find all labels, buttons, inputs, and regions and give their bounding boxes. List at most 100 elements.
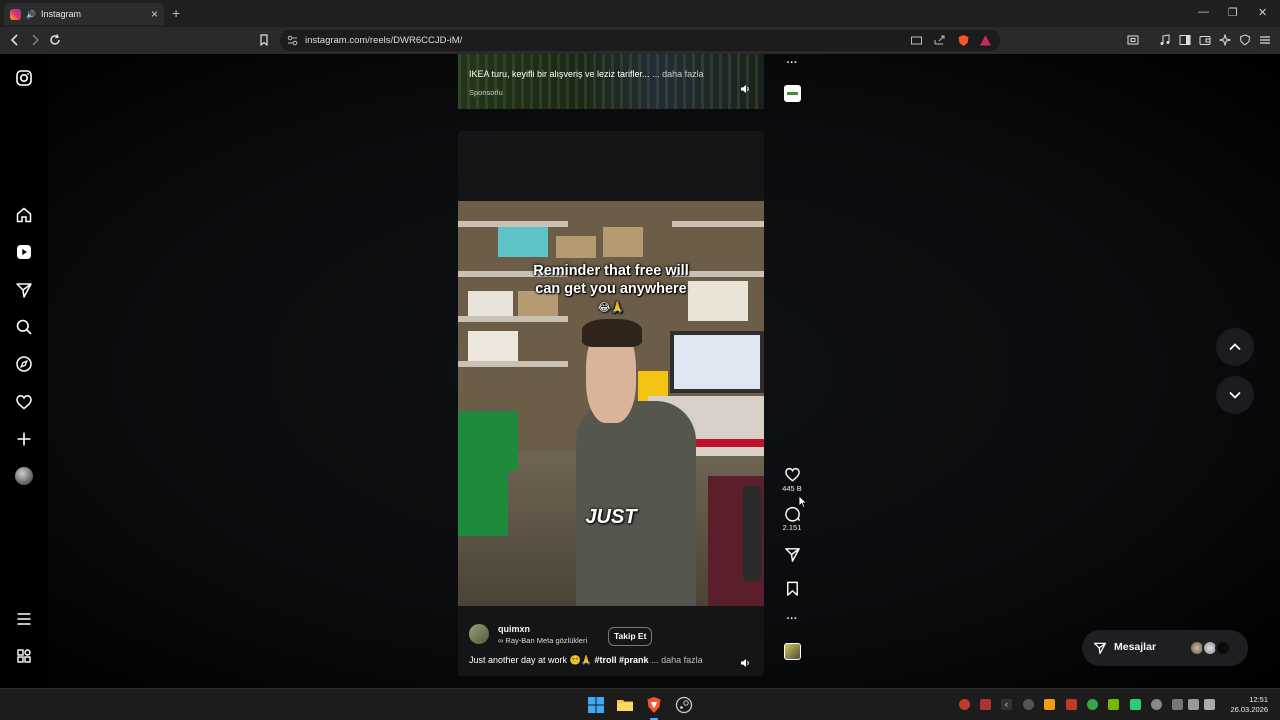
tray-app-icon[interactable] xyxy=(1044,699,1055,710)
screenshot-icon[interactable] xyxy=(1127,34,1139,46)
clock-date: 26.03.2026 xyxy=(1230,705,1268,714)
instagram-page: IKEA turu, keyifli bir alışveriş ve lezi… xyxy=(0,54,1280,688)
like-heart-icon[interactable] xyxy=(784,466,801,483)
tray-nvidia-icon[interactable] xyxy=(1108,699,1119,710)
tray-volume-icon[interactable] xyxy=(1188,699,1199,710)
reel-caption: Just another day at work 😵‍💫🙏 #troll #pr… xyxy=(469,655,703,665)
brave-rewards-icon[interactable] xyxy=(979,34,992,47)
forward-icon[interactable] xyxy=(28,33,42,47)
volume-icon[interactable] xyxy=(740,658,750,668)
audio-track-label[interactable]: ∞ Ray-Ban Meta gözlükleri xyxy=(498,636,587,645)
tab-title: Instagram xyxy=(40,9,81,19)
home-icon[interactable] xyxy=(15,206,33,224)
browser-toolbar: instagram.com/reels/DWR6CCJD-iM/ xyxy=(0,27,1280,54)
save-bookmark-icon[interactable] xyxy=(784,580,801,597)
direct-message-icon xyxy=(1093,642,1107,655)
tray-chevron-icon[interactable]: ‹ xyxy=(1001,699,1012,710)
tray-app-icon[interactable] xyxy=(980,699,991,710)
sponsored-reel[interactable]: IKEA turu, keyifli bir alışveriş ve lezi… xyxy=(458,54,764,109)
tray-discord-icon[interactable] xyxy=(1023,699,1034,710)
caption-hashtags[interactable]: #troll #prank xyxy=(595,655,649,665)
sponsored-label: Sponsorlu xyxy=(469,88,503,97)
like-count: 445 B xyxy=(782,484,802,493)
reel-subtitle-word: JUST xyxy=(585,506,637,528)
follow-button[interactable]: Takip Et xyxy=(608,627,653,646)
ad-more-options[interactable]: ··· xyxy=(778,57,806,69)
search-icon[interactable] xyxy=(15,318,33,336)
messages-label: Mesajlar xyxy=(1114,641,1157,653)
profile-avatar[interactable] xyxy=(15,467,33,485)
ad-volume-icon[interactable] xyxy=(740,84,750,94)
audio-thumbnail[interactable] xyxy=(783,643,801,660)
heart-icon[interactable] xyxy=(15,393,33,411)
bookmark-icon[interactable] xyxy=(258,34,270,46)
explore-icon[interactable] xyxy=(15,355,33,373)
messages-button[interactable]: Mesajlar xyxy=(1082,630,1248,666)
tray-app-icon[interactable] xyxy=(1066,699,1077,710)
direct-message-icon[interactable] xyxy=(15,281,33,299)
sidebar-toggle-icon[interactable] xyxy=(1179,34,1191,46)
maximize-window-button[interactable]: ❐ xyxy=(1228,6,1238,19)
tray-battery-icon[interactable] xyxy=(1204,699,1215,710)
reels-icon[interactable] xyxy=(15,243,33,261)
back-icon[interactable] xyxy=(8,33,22,47)
share-icon[interactable] xyxy=(784,546,801,563)
creator-avatar[interactable] xyxy=(469,624,489,644)
reel-more-options[interactable]: ··· xyxy=(778,613,806,625)
ad-actions: ··· xyxy=(778,56,806,102)
reel-overlay-text-line1: Reminder that free will xyxy=(533,263,689,279)
sidebar xyxy=(0,54,48,688)
steam-icon[interactable] xyxy=(675,696,693,714)
mouse-cursor-icon xyxy=(798,495,807,508)
brave-shields-icon[interactable] xyxy=(957,34,970,47)
tray-network-icon[interactable] xyxy=(1172,699,1183,710)
more-apps-icon[interactable] xyxy=(15,647,33,665)
taskbar: ‹ 12:51 26.03.2026 xyxy=(0,688,1280,720)
tray-antivirus-icon[interactable] xyxy=(959,699,970,710)
browser-menu-icon[interactable] xyxy=(1259,34,1271,46)
windows-start-icon[interactable] xyxy=(587,696,605,714)
share-icon[interactable] xyxy=(933,34,946,47)
reel-info: quimxn ∞ Ray-Ban Meta gözlükleri Takip E… xyxy=(458,621,764,676)
vpn-shield-icon[interactable] xyxy=(1239,34,1251,46)
wallet-icon[interactable] xyxy=(1199,34,1211,46)
system-clock[interactable]: 12:51 26.03.2026 xyxy=(1226,695,1268,715)
close-tab-icon[interactable]: × xyxy=(151,7,158,21)
reload-icon[interactable] xyxy=(48,33,62,47)
site-info-icon[interactable] xyxy=(286,34,299,47)
file-explorer-icon[interactable] xyxy=(616,696,634,714)
clock-time: 12:51 xyxy=(1249,695,1268,704)
audio-playing-icon[interactable]: 🔊 xyxy=(26,10,36,19)
close-window-button[interactable]: ✕ xyxy=(1258,6,1267,19)
ad-caption: IKEA turu, keyifli bir alışveriş ve lezi… xyxy=(469,69,704,79)
tray-app-icon[interactable] xyxy=(1087,699,1098,710)
current-reel[interactable]: Reminder that free will can get you anyw… xyxy=(458,131,764,676)
reel-overlay-text-line2: can get you anywhere xyxy=(535,281,687,297)
tray-microphone-icon[interactable] xyxy=(1151,699,1162,710)
creator-username[interactable]: quimxn xyxy=(498,624,530,634)
previous-reel-button[interactable] xyxy=(1216,328,1254,366)
url-text: instagram.com/reels/DWR6CCJD-iM/ xyxy=(305,35,463,46)
new-tab-button[interactable]: + xyxy=(172,5,180,21)
browser-tabbar: 🔊 Instagram × + — ❐ ✕ xyxy=(0,0,1280,27)
brave-browser-icon[interactable] xyxy=(645,696,663,714)
browser-tab-instagram[interactable]: 🔊 Instagram × xyxy=(4,3,164,25)
comment-count: 2.151 xyxy=(782,523,802,532)
leo-ai-icon[interactable] xyxy=(1219,34,1231,46)
address-bar[interactable]: instagram.com/reels/DWR6CCJD-iM/ xyxy=(280,30,1000,51)
chevron-down-icon xyxy=(1229,391,1241,399)
next-reel-button[interactable] xyxy=(1216,376,1254,414)
caption-more-link[interactable]: ... daha fazla xyxy=(651,655,703,665)
menu-icon[interactable] xyxy=(15,610,33,628)
media-icon[interactable] xyxy=(1159,34,1171,46)
create-icon[interactable] xyxy=(15,430,33,448)
ad-audio-thumbnail[interactable] xyxy=(783,85,801,102)
cast-icon[interactable] xyxy=(910,34,923,47)
minimize-window-button[interactable]: — xyxy=(1198,6,1209,18)
reel-video[interactable]: Reminder that free will can get you anyw… xyxy=(458,201,764,606)
ad-more-link[interactable]: ... daha fazla xyxy=(652,69,704,79)
instagram-favicon-icon xyxy=(10,8,21,20)
instagram-logo-icon[interactable] xyxy=(15,69,33,87)
tray-app-icon[interactable] xyxy=(1130,699,1141,710)
message-contact-avatar xyxy=(1215,640,1231,656)
